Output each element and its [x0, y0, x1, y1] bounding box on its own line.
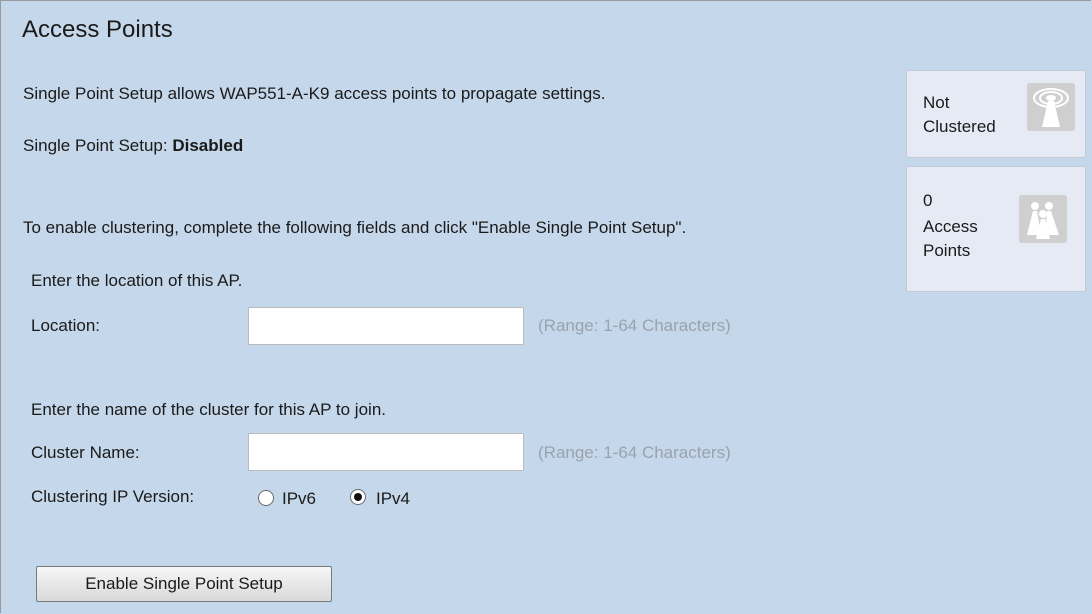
access-points-card: 0 Access Points: [906, 166, 1086, 292]
location-label: Location:: [31, 316, 100, 335]
ipv6-label[interactable]: IPv6: [282, 489, 316, 509]
cluster-status-line1: Not: [923, 93, 950, 112]
access-points-count: 0: [923, 191, 933, 210]
intro-text: Single Point Setup allows WAP551-A-K9 ac…: [23, 84, 606, 103]
location-input[interactable]: [248, 307, 524, 345]
status-label: Single Point Setup:: [23, 136, 168, 155]
cluster-status-card: Not Clustered: [906, 70, 1086, 158]
access-points-group-icon: [1019, 195, 1067, 243]
access-points-line1: Access: [923, 217, 978, 236]
single-point-status: Single Point Setup: Disabled: [23, 136, 243, 156]
cluster-name-label: Cluster Name:: [31, 443, 140, 462]
cluster-prompt: Enter the name of the cluster for this A…: [31, 400, 386, 419]
cluster-range-hint: (Range: 1-64 Characters): [538, 443, 731, 462]
status-value: Disabled: [172, 136, 244, 155]
location-range-hint: (Range: 1-64 Characters): [538, 316, 731, 335]
enable-single-point-setup-button[interactable]: Enable Single Point Setup: [36, 566, 332, 602]
wireless-ap-icon: [1027, 83, 1075, 131]
page-title: Access Points: [22, 16, 173, 43]
location-prompt: Enter the location of this AP.: [31, 271, 243, 290]
cluster-name-input[interactable]: [248, 433, 524, 471]
instructions-text: To enable clustering, complete the follo…: [23, 218, 687, 237]
ipv4-radio[interactable]: [350, 489, 366, 505]
ipv6-radio[interactable]: [258, 490, 274, 506]
access-points-line2: Points: [923, 241, 971, 260]
ipv4-label[interactable]: IPv4: [376, 489, 410, 509]
ip-version-label: Clustering IP Version:: [31, 487, 195, 506]
cluster-status-line2: Clustered: [923, 117, 996, 136]
